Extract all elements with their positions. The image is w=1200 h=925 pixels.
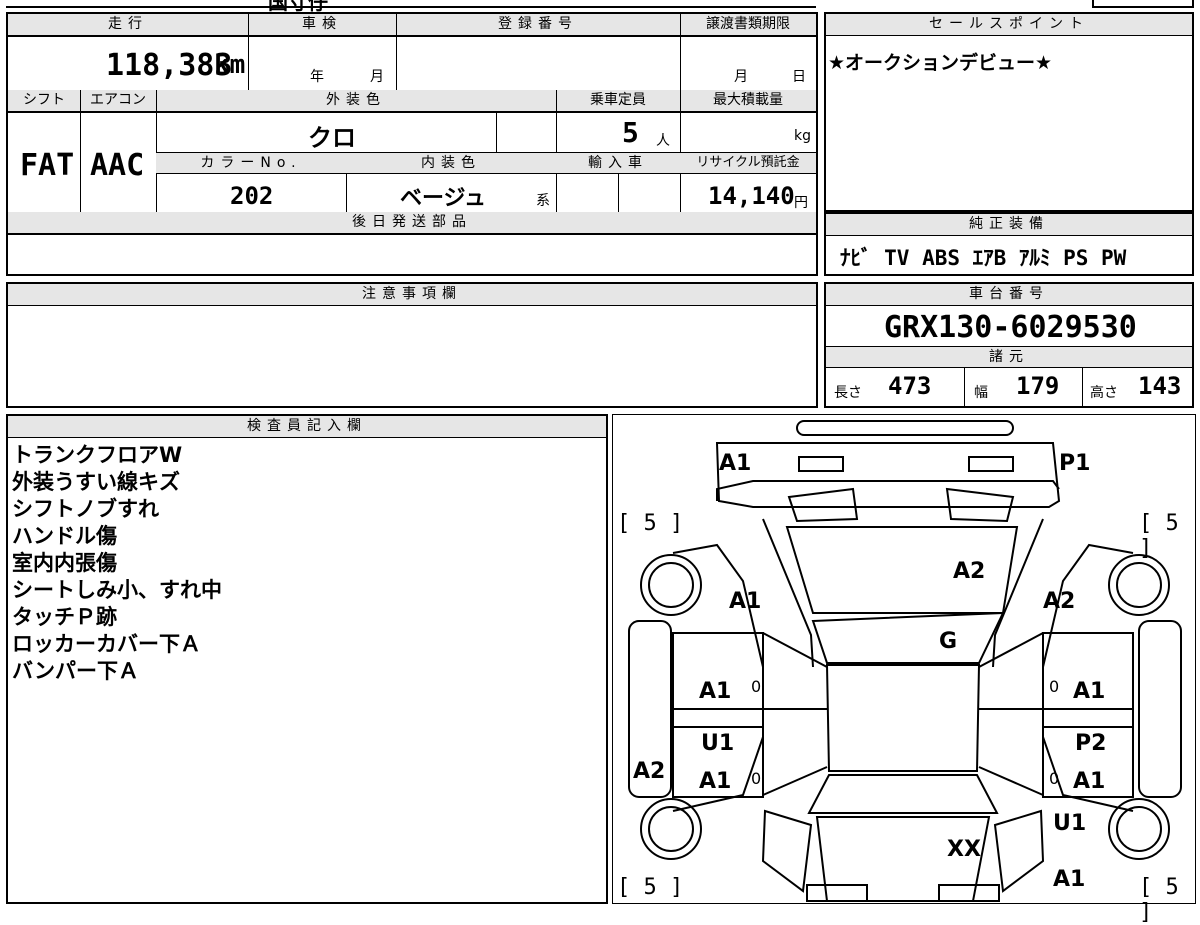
mark-rear-right: P1: [1059, 451, 1091, 476]
width-label: 幅: [974, 385, 988, 401]
height-value: 143: [1138, 372, 1182, 400]
inspector-notes: トランクフロアW 外装うすい線キズ シフトノブすれ ハンドル傷 室内内張傷 シー…: [12, 442, 222, 685]
inspector-line: シフトノブすれ: [12, 497, 159, 521]
car-damage-diagram: [ 5 ] [ 5 ] [ 5 ] [ 5 ] A1 P1 A2 A1 A2 G…: [612, 414, 1196, 925]
recycle-value: 14,140: [708, 182, 795, 210]
shift-value: FAT: [20, 148, 75, 183]
mark-left-front-door-u: U1: [701, 731, 735, 756]
spec-header: 諸元: [826, 346, 1192, 368]
height-label: 高さ: [1090, 385, 1118, 401]
genuine-equipment-header: 純正装備: [826, 214, 1192, 236]
transfer-deadline-header: 譲渡書類期限: [680, 14, 816, 36]
inspector-line: ロッカーカバー下Ａ: [12, 632, 201, 656]
inspector-line: シートしみ小、すれ中: [12, 578, 222, 602]
mark-left-rear-fender: A1: [729, 589, 762, 614]
inspector-line: 室内内張傷: [12, 551, 117, 575]
mark-right-front-fender-u: U1: [1053, 811, 1087, 836]
mark-zero: 0: [751, 677, 762, 696]
exterior-color-value: クロ: [308, 124, 356, 152]
width-value: 179: [1016, 372, 1060, 400]
sales-point-header: セールスポイント: [826, 14, 1192, 36]
load-unit: kg: [794, 128, 811, 144]
later-parts-header: 後日発送部品: [8, 212, 816, 234]
interior-color-header: 内装色: [346, 152, 556, 174]
chassis-number: GRX130-6029530: [884, 310, 1137, 345]
inspector-line: トランクフロアW: [12, 443, 183, 467]
color-no-header: カラーNo.: [156, 152, 346, 174]
top-fragment-row: 国寸仔: [6, 0, 816, 14]
inspector-header: 検査員記入欄: [8, 416, 606, 438]
mileage-header: 走行: [8, 14, 248, 36]
notes-panel: 注意事項欄: [6, 282, 818, 408]
tire-fl-bracket: [ 5 ]: [617, 875, 684, 900]
genuine-equipment-items: ﾅﾋﾞ TV ABS ｴｱB ｱﾙﾐ PS PW: [840, 246, 1127, 270]
inspection-month: 月: [370, 69, 384, 85]
shift-header: シフト: [8, 90, 80, 112]
inspector-line: ハンドル傷: [12, 524, 117, 548]
chassis-header: 車台番号: [826, 284, 1192, 306]
chassis-panel: 車台番号 GRX130-6029530 諸元 長さ 473 幅 179 高さ 1…: [824, 282, 1194, 408]
interior-color-suffix: 系: [536, 193, 550, 209]
mark-right-front-door: A1: [1073, 769, 1106, 794]
mark-zero: 0: [1049, 769, 1060, 788]
transfer-day: 日: [792, 69, 806, 85]
car-outline: [628, 420, 1182, 902]
main-info-table: 走行 車検 登録番号 譲渡書類期限 118,383 km 年 月 月 日 シフト…: [6, 12, 818, 276]
mark-zero: 0: [751, 769, 762, 788]
sales-point-panel: セールスポイント ★オークションデビュー★: [824, 12, 1194, 212]
recycle-header: リサイクル預託金: [680, 152, 816, 174]
mark-right-rear-door: A1: [1073, 679, 1106, 704]
inspector-line: 外装うすい線キズ: [12, 470, 180, 494]
inspector-line: タッチＰ跡: [12, 605, 117, 629]
inspector-panel: 検査員記入欄 トランクフロアW 外装うすい線キズ シフトノブすれ ハンドル傷 室…: [6, 414, 608, 904]
mark-rear-glass: G: [939, 629, 958, 654]
mark-zero: 0: [1049, 677, 1060, 696]
mark-left-rear-door: A1: [699, 679, 732, 704]
exterior-color-header: 外装色: [156, 90, 556, 112]
length-value: 473: [888, 372, 932, 400]
interior-color-value: ベージュ: [400, 186, 487, 211]
mark-left-rocker: A2: [633, 759, 666, 784]
recycle-unit: 円: [794, 195, 808, 211]
inspection-header: 車検: [248, 14, 396, 36]
mark-right-front-fender: A1: [1053, 867, 1086, 892]
capacity-unit: 人: [656, 133, 670, 149]
mark-rear-left: A1: [719, 451, 752, 476]
registration-header: 登録番号: [396, 14, 680, 36]
ac-value: AAC: [90, 148, 145, 183]
mileage-unit: km: [214, 50, 246, 80]
inspection-year: 年: [310, 69, 324, 85]
tire-fr-bracket: [ 5 ]: [1139, 875, 1179, 925]
length-label: 長さ: [834, 385, 862, 401]
color-no-value: 202: [230, 182, 274, 210]
top-fragment-right: [1092, 0, 1194, 8]
mark-hood: XX: [947, 837, 981, 862]
sales-point-text: ★オークションデビュー★: [828, 52, 1053, 74]
mark-left-front-door: A1: [699, 769, 732, 794]
transfer-month: 月: [734, 69, 748, 85]
mark-trunk: A2: [953, 559, 986, 584]
max-load-header: 最大積載量: [680, 90, 816, 112]
tire-rr-bracket: [ 5 ]: [1139, 511, 1179, 561]
tire-rl-bracket: [ 5 ]: [617, 511, 684, 536]
ac-header: エアコン: [80, 90, 156, 112]
mark-right-rear-fender: A2: [1043, 589, 1076, 614]
capacity-header: 乗車定員: [556, 90, 680, 112]
capacity-value: 5: [622, 116, 639, 149]
mark-right-front-door-p: P2: [1075, 731, 1107, 756]
notes-header: 注意事項欄: [8, 284, 816, 306]
genuine-equipment-panel: 純正装備 ﾅﾋﾞ TV ABS ｴｱB ｱﾙﾐ PS PW: [824, 212, 1194, 276]
inspector-line: バンパー下Ａ: [12, 659, 140, 683]
import-header: 輸入車: [556, 152, 680, 174]
